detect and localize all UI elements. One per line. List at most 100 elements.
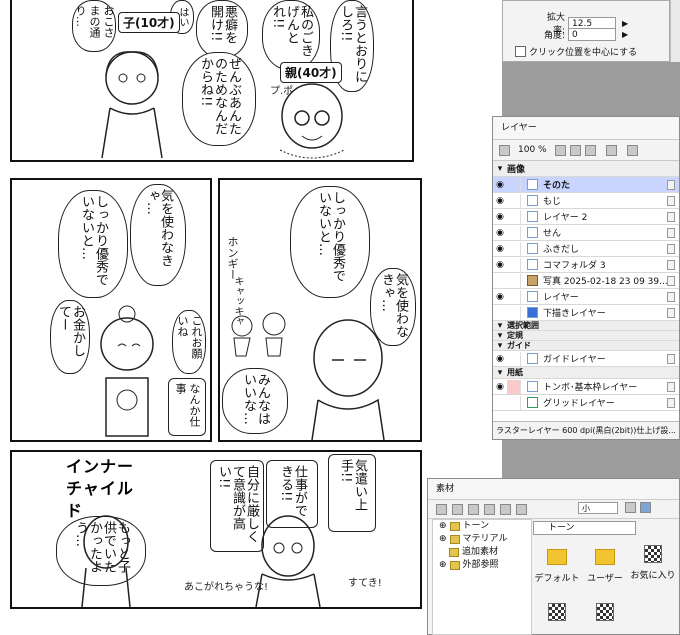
tree-item[interactable]: 追加素材 — [433, 546, 531, 559]
layer-prop-icon[interactable] — [667, 259, 675, 270]
eye-icon[interactable] — [493, 306, 507, 320]
expand-icon[interactable]: ⊕ — [439, 559, 447, 572]
speech-bubble: 気遣い上手!! — [328, 454, 376, 532]
layer-row[interactable]: 下描きレイヤー — [493, 305, 679, 321]
material-category-combo[interactable]: トーン — [533, 521, 636, 535]
eye-icon[interactable]: ◉ — [493, 290, 507, 304]
layer-row[interactable]: グリッドレイヤー — [493, 395, 679, 411]
layer-prop-icon[interactable] — [667, 211, 675, 222]
angle-input[interactable]: 0 — [568, 28, 616, 41]
tired-figure — [311, 319, 385, 440]
folder-icon[interactable] — [569, 144, 581, 156]
speech-bubble: ぜんぶあんたのためなんだからね!! — [182, 52, 256, 146]
eye-icon[interactable]: ◉ — [493, 380, 507, 394]
layer-row[interactable]: ◉ ふきだし — [493, 241, 679, 257]
woman-figure — [255, 515, 321, 607]
angle-label: 角度: — [543, 31, 565, 41]
blend-mode-icon[interactable] — [499, 144, 510, 156]
folder-icon — [595, 549, 615, 565]
tree-item[interactable]: ⊕ 外部参照 — [433, 559, 531, 572]
layer-row[interactable]: ◉ レイヤー 2 — [493, 209, 679, 225]
layer-thumb — [527, 227, 538, 238]
eye-icon[interactable]: ◉ — [493, 226, 507, 240]
expand-icon[interactable]: ▾ — [493, 331, 507, 341]
inner-child-figure — [81, 515, 131, 607]
tool-icon[interactable] — [500, 503, 511, 515]
layer-prop-icon[interactable] — [667, 397, 675, 408]
list-view-icon[interactable] — [625, 502, 636, 513]
speech-bubble: みんなはいいな… — [222, 368, 288, 434]
eye-icon[interactable] — [493, 396, 507, 410]
angle-arrow-icon[interactable]: ▶ — [622, 30, 628, 39]
eye-icon[interactable]: ◉ — [493, 352, 507, 366]
panel-menu-icon[interactable] — [626, 144, 638, 156]
expand-icon[interactable]: ⊕ — [439, 520, 447, 533]
eye-icon[interactable]: ◉ — [493, 194, 507, 208]
tool-icon[interactable] — [516, 503, 527, 515]
search-tone-icon — [596, 603, 614, 621]
expand-icon[interactable]: ▾ — [493, 341, 507, 351]
manga-canvas[interactable]: 言うとおりにしろ!! 私のごきげんとれ!! 悪癖を開け!! はい おこさまの通り… — [0, 0, 492, 635]
tool-icon[interactable] — [436, 503, 447, 515]
material-tile[interactable] — [580, 599, 630, 635]
material-tile[interactable] — [532, 599, 582, 635]
tool-icon[interactable] — [484, 503, 495, 515]
tool-icon[interactable] — [468, 503, 479, 515]
speech-bubble: これお願いね — [172, 310, 206, 374]
delete-layer-icon[interactable] — [584, 144, 596, 156]
expand-icon[interactable]: ⊕ — [439, 533, 447, 546]
layer-row[interactable]: ◉ トンボ･基本枠レイヤー — [493, 379, 679, 395]
tree-item[interactable]: ⊕ トーン — [433, 520, 531, 533]
layer-prop-icon[interactable] — [667, 179, 675, 190]
layer-prop-icon[interactable] — [667, 307, 675, 318]
lock-icon[interactable] — [605, 144, 617, 156]
layer-row[interactable]: ◉ レイヤー — [493, 289, 679, 305]
parent-figure — [279, 83, 345, 159]
tool-icon[interactable] — [452, 503, 463, 515]
layer-prop-icon[interactable] — [667, 227, 675, 238]
center-on-click-checkbox[interactable] — [515, 46, 526, 57]
new-layer-icon[interactable] — [554, 144, 566, 156]
photo-thumb — [527, 275, 538, 286]
eye-icon[interactable]: ◉ — [493, 210, 507, 224]
eye-icon[interactable]: ◉ — [493, 242, 507, 256]
layer-prop-icon[interactable] — [667, 275, 675, 286]
layer-group-image[interactable]: ▾ 画像 — [493, 161, 679, 177]
layer-row[interactable]: ◉ そのた — [493, 177, 679, 193]
eye-icon[interactable]: ◉ — [493, 258, 507, 272]
layer-row[interactable]: ◉ せん — [493, 225, 679, 241]
opacity-value[interactable]: 100 % — [518, 145, 547, 155]
center-on-click-label: クリック位置を中心にする — [529, 48, 638, 58]
layer-prop-icon[interactable] — [667, 243, 675, 254]
expand-icon[interactable]: ▾ — [493, 321, 507, 331]
layer-panel: レイヤー 100 % ▾ 画像 ◉ そのた ◉ もじ ◉ レイヤー 2 ◉ せん ◉ ふきだ… — [492, 116, 680, 440]
layer-prop-icon[interactable] — [667, 381, 675, 392]
layer-prop-icon[interactable] — [667, 353, 675, 364]
crop-mark-layer-icon — [527, 381, 538, 392]
layer-prop-icon[interactable] — [667, 195, 675, 206]
layer-prop-icon[interactable] — [667, 291, 675, 302]
layer-group-guide[interactable]: ▾ ガイド — [493, 341, 679, 351]
character-tag: 子(10才) — [118, 12, 180, 33]
layer-group-paper[interactable]: ▾ 用紙 — [493, 367, 679, 379]
layer-row[interactable]: ◉ ガイドレイヤー — [493, 351, 679, 367]
expand-icon[interactable]: ▾ — [493, 162, 507, 176]
material-tile-default[interactable]: デフォルト — [532, 541, 582, 589]
layer-thumb — [527, 259, 538, 270]
layer-thumb — [527, 195, 538, 206]
material-tile-favorites[interactable]: お気に入り — [628, 541, 678, 589]
material-tile-user[interactable]: ユーザー — [580, 541, 630, 589]
expand-icon[interactable]: ▾ — [493, 367, 507, 379]
layer-row[interactable]: 写真 2025-02-18 23 09 39... — [493, 273, 679, 289]
speech-bubble: 気を使わなきゃ… — [130, 184, 186, 286]
layer-row[interactable]: ◉ コマフォルダ 3 — [493, 257, 679, 273]
panel-2: 気を使わなきゃ… しっかり優秀でいないと… お金かしてー これお願いね なんか仕… — [10, 178, 212, 442]
tree-item[interactable]: ⊕ マテリアル — [433, 533, 531, 546]
material-panel-title: 素材 — [428, 479, 679, 500]
grid-view-icon[interactable] — [640, 502, 651, 513]
scale-arrow-icon[interactable]: ▶ — [622, 19, 628, 28]
thumbnail-size-select[interactable]: 小 — [578, 502, 618, 514]
layer-row[interactable]: ◉ もじ — [493, 193, 679, 209]
eye-icon[interactable] — [493, 274, 507, 288]
eye-icon[interactable]: ◉ — [493, 178, 507, 192]
